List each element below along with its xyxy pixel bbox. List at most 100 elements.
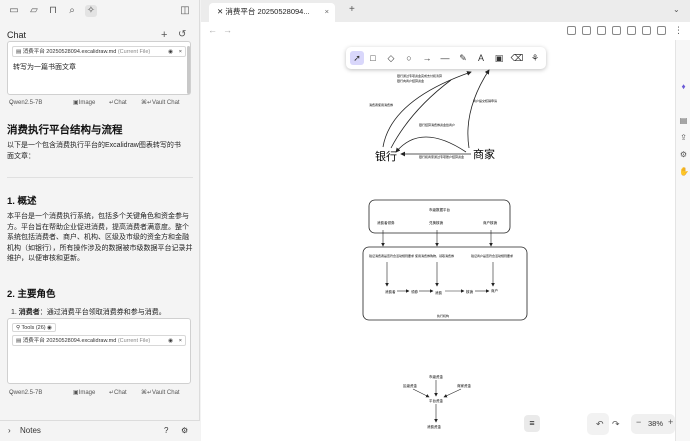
- chat-input-box[interactable]: ▤ 消费平台 20250528094.excalidraw.md (Curren…: [7, 41, 191, 95]
- close-icon[interactable]: ×: [179, 336, 182, 345]
- history-icon[interactable]: ↺: [178, 29, 186, 40]
- vault-chat-label: Vault Chat: [152, 390, 180, 396]
- redeem-label: 兑换核销: [429, 220, 443, 225]
- list-item-bold: 消费者: [18, 309, 40, 316]
- model-select[interactable]: Qwen2.5-7B ⌄: [9, 98, 42, 108]
- zoom-in-icon[interactable]: +: [668, 417, 673, 427]
- eye-icon[interactable]: ◉: [168, 47, 173, 56]
- left-topbar: ▭ ▱ ⊓ ⌕ ✧ ◫: [0, 0, 200, 22]
- fund-district: 区级资金: [403, 383, 417, 388]
- folder-icon[interactable]: ▱: [28, 5, 40, 17]
- divider: [7, 177, 193, 178]
- eye-icon[interactable]: ◉: [47, 325, 52, 331]
- magic-wand-icon[interactable]: ✧: [85, 5, 97, 17]
- platform-box: [368, 199, 511, 234]
- settings-icon[interactable]: ⚙: [679, 150, 688, 159]
- view-header: ← → ⋮: [201, 22, 690, 40]
- flow-usage-note: 使用消费券购物，领取消费券: [415, 253, 454, 258]
- spending-label: 消费: [435, 290, 443, 295]
- redo-icon[interactable]: ↷: [612, 419, 620, 430]
- file-chip-current: (Current File): [117, 338, 151, 344]
- chevron-down-icon[interactable]: ⌄: [673, 5, 680, 14]
- file-chip-ext: .excalidraw.md: [79, 338, 117, 344]
- tab-excalidraw[interactable]: ✕ 消费平台 20250528094... ×: [209, 3, 335, 22]
- toolbar-icon-5[interactable]: [627, 26, 636, 35]
- toolbar-icon-7[interactable]: [657, 26, 666, 35]
- excalidraw-canvas[interactable]: ➚ □ ◇ ○ → — ✎ A ▣ ⌫ ⚘ 银行 商家 银行通过专项资金完成支付…: [201, 40, 675, 441]
- file-chip-2[interactable]: ▤ 消费平台 20250528094.excalidraw.md (Curren…: [12, 335, 186, 346]
- export-icon[interactable]: ⇪: [679, 133, 688, 142]
- file-chip-current: (Current File): [117, 49, 151, 55]
- chat-label: Chat: [114, 390, 127, 396]
- note-top-1: 银行通过专项资金完成支付和清算: [397, 73, 442, 78]
- fund-bottom: 消费资金: [427, 424, 441, 429]
- response-title: 消费执行平台结构与流程: [7, 124, 123, 136]
- undo-icon[interactable]: ↶: [596, 419, 604, 430]
- brand-icon[interactable]: ♦: [679, 82, 688, 91]
- tools-chip[interactable]: ⚲ Tools (26) ◉: [12, 323, 56, 332]
- prompt-text[interactable]: 转写为一篇书面文章: [13, 62, 76, 72]
- tools-label: Tools (26): [21, 325, 46, 331]
- bank-node: 银行: [375, 149, 397, 163]
- image-label: Image: [78, 390, 96, 396]
- list-item: 1. 消费者：通过消费平台领取消费券和参与消费。: [11, 309, 166, 316]
- vault-chat-button[interactable]: ⌘↵ Vault Chat: [141, 388, 180, 398]
- note-right: 商户提交核销申请: [473, 98, 497, 103]
- search-icon[interactable]: ⌕: [66, 5, 78, 17]
- file-icon: ▤: [16, 49, 23, 55]
- vault-chat-button[interactable]: ⌘↵ Vault Chat: [141, 98, 180, 108]
- note-mid: 银行结算消费券资金给商户: [419, 122, 455, 127]
- close-tab-icon[interactable]: ×: [325, 3, 329, 21]
- file-chip-name: 消费平台 20250528094: [22, 338, 80, 344]
- chat-label: Chat: [114, 100, 127, 106]
- toolbar-icon-3[interactable]: [597, 26, 606, 35]
- eye-icon[interactable]: ◉: [168, 336, 173, 345]
- left-panel: ▭ ▱ ⊓ ⌕ ✧ ◫ Chat + ↺ ▤ 消费平台 20250528094.…: [0, 0, 200, 441]
- section-1-title: 1. 概述: [7, 196, 37, 207]
- list-item-text: ：通过消费平台领取消费券和参与消费。: [39, 309, 166, 316]
- chevron-right-icon[interactable]: ›: [8, 426, 11, 435]
- chat-input-box-2[interactable]: ⚲ Tools (26) ◉ ▤ 消费平台 20250528094.excali…: [7, 318, 191, 384]
- settings-icon[interactable]: ⚙: [181, 426, 188, 435]
- redeem-small-label: 核销: [466, 289, 474, 294]
- merchant-redeem-label: 商户核销: [483, 220, 497, 225]
- more-icon[interactable]: ⋮: [674, 25, 683, 36]
- back-icon[interactable]: ←: [208, 25, 217, 35]
- toolbar-icon-6[interactable]: [642, 26, 651, 35]
- chat-button[interactable]: ↵ Chat: [109, 98, 127, 108]
- chat-button[interactable]: ↵ Chat: [109, 388, 127, 398]
- consumer-label: 消费者: [385, 289, 396, 294]
- zoom-level: 38%: [648, 419, 664, 428]
- hand-icon[interactable]: ✋: [679, 167, 689, 176]
- sidebar-toggle-icon[interactable]: ◫: [179, 5, 191, 17]
- image-button[interactable]: ▣ Image: [73, 98, 95, 108]
- help-icon[interactable]: ?: [164, 426, 168, 435]
- notes-bar[interactable]: › Notes ? ⚙: [0, 420, 200, 441]
- section-1-body: 本平台是一个消费执行系统，包括多个关键角色和资金参与方。平台旨在帮助企业促进消费…: [7, 213, 193, 262]
- zoom-out-icon[interactable]: −: [636, 417, 641, 427]
- files-icon[interactable]: ▭: [8, 5, 20, 17]
- inner-title: 执行机构: [437, 313, 449, 318]
- model-name: Qwen2.5-7B: [9, 100, 43, 106]
- chat-title: Chat: [7, 30, 27, 40]
- new-tab-icon[interactable]: +: [349, 4, 355, 15]
- close-icon[interactable]: ×: [179, 47, 182, 56]
- file-chip-name: 消费平台 20250528094: [22, 49, 80, 55]
- new-chat-icon[interactable]: +: [161, 29, 167, 41]
- forward-icon[interactable]: →: [223, 25, 232, 35]
- diagram: 银行 商家 银行通过专项资金完成支付和清算 银行向商户结算资金 消费者使用消费券…: [362, 69, 528, 429]
- image-button[interactable]: ▣ Image: [73, 388, 95, 398]
- toolbar-icon-4[interactable]: [612, 26, 621, 35]
- file-chip[interactable]: ▤ 消费平台 20250528094.excalidraw.md (Curren…: [12, 46, 186, 57]
- model-select[interactable]: Qwen2.5-7B ⌄: [9, 388, 42, 398]
- tab-bar: ✕ 消费平台 20250528094... × + ⌄: [201, 0, 690, 22]
- library-icon[interactable]: ▤: [679, 116, 688, 125]
- fund-enterprise: 商家资金: [457, 383, 471, 388]
- toolbar-icon-1[interactable]: [567, 26, 576, 35]
- menu-button[interactable]: ≡: [524, 415, 540, 432]
- scrollbar[interactable]: [187, 46, 190, 94]
- toolbar-icon-2[interactable]: [582, 26, 591, 35]
- fund-city: 市级资金: [429, 374, 443, 379]
- bookmark-icon[interactable]: ⊓: [47, 5, 59, 17]
- note-left: 消费者使用消费券: [369, 102, 393, 107]
